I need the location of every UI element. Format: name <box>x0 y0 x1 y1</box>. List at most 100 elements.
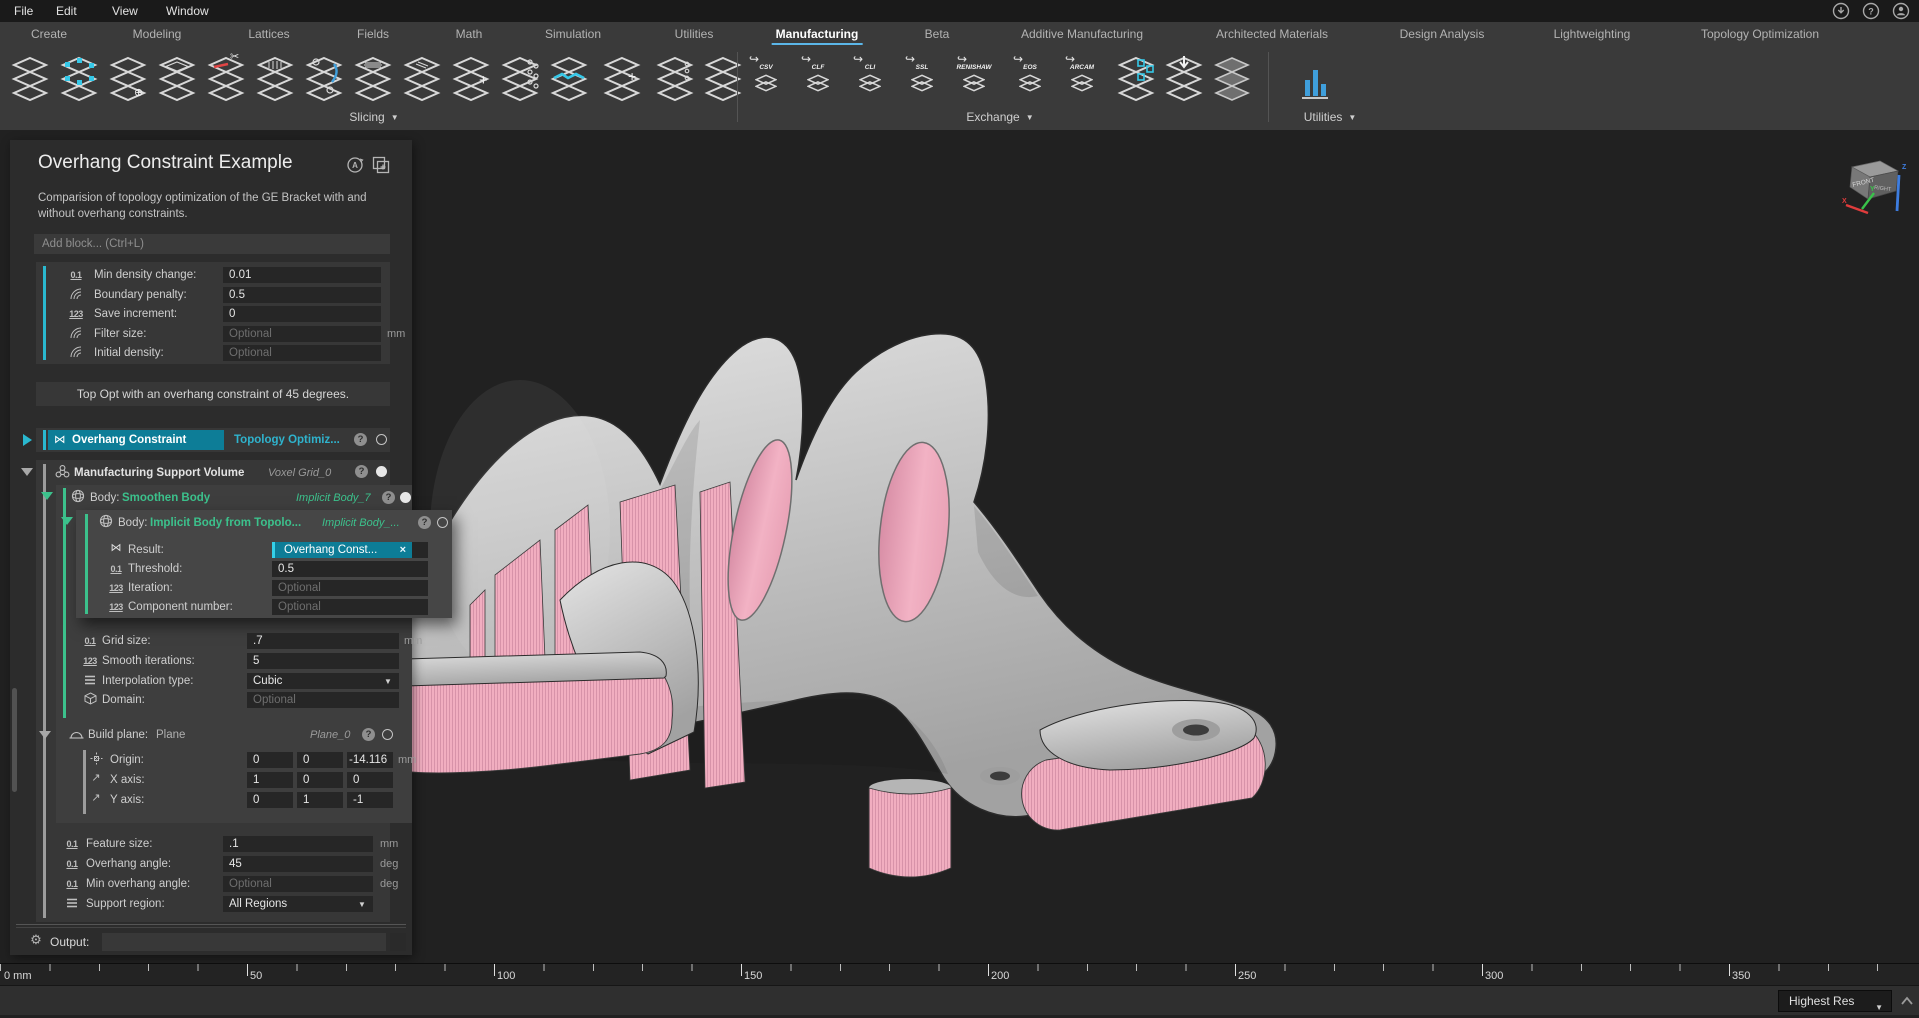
help-badge-icon[interactable]: ? <box>362 728 375 741</box>
visibility-toggle[interactable] <box>400 492 411 503</box>
tab-lightweighting[interactable]: Lightweighting <box>1546 22 1639 46</box>
slice-statistics-icon[interactable] <box>1292 54 1336 106</box>
overhang-angle-field[interactable]: 45 <box>223 856 373 872</box>
collapse-panel-icon[interactable] <box>1900 996 1914 1006</box>
collapse-arrow-icon[interactable] <box>61 517 73 525</box>
slice-morph-icon[interactable] <box>302 54 346 106</box>
grid-size-field[interactable]: .7 <box>247 633 399 649</box>
menu-view[interactable]: View <box>106 0 144 22</box>
save-increment-field[interactable]: 0 <box>223 306 381 322</box>
slice-add2-icon[interactable]: + <box>600 54 644 106</box>
visibility-toggle[interactable] <box>376 434 387 445</box>
export-arcam-icon[interactable]: ↪ARCAM <box>1062 54 1108 106</box>
tab-overhang-constraint[interactable]: ⋈ Overhang Constraint <box>48 430 224 450</box>
remove-chip-icon[interactable]: × <box>400 542 406 558</box>
tab-math[interactable]: Math <box>448 22 491 46</box>
iteration-field[interactable]: Optional <box>272 580 428 596</box>
export-clf-icon[interactable]: ↪CLF <box>798 54 844 106</box>
x-axis-k-field[interactable]: 0 <box>347 772 393 788</box>
tab-lattices[interactable]: Lattices <box>240 22 297 46</box>
export-renishaw-icon[interactable]: ↪RENISHAW <box>954 54 1000 106</box>
body-value[interactable]: Smoothen Body <box>122 490 210 506</box>
support-region-dropdown[interactable]: All Regions <box>223 896 373 912</box>
output-field[interactable] <box>102 933 386 951</box>
tab-fields[interactable]: Fields <box>349 22 397 46</box>
slice-points-icon[interactable] <box>498 54 542 106</box>
comment-block[interactable]: Top Opt with an overhang constraint of 4… <box>36 382 390 406</box>
menu-edit[interactable]: Edit <box>50 0 83 22</box>
tab-create[interactable]: Create <box>23 22 75 46</box>
slice-stack-dark-icon[interactable] <box>1210 54 1256 106</box>
collapse-arrow-icon[interactable] <box>39 731 51 739</box>
slice-double-icon[interactable] <box>155 54 199 106</box>
import-slices-icon[interactable] <box>1162 54 1208 106</box>
help-badge-icon[interactable]: ? <box>354 433 367 446</box>
help-badge-icon[interactable]: ? <box>355 465 368 478</box>
boundary-penalty-field[interactable]: 0.5 <box>223 287 381 303</box>
export-slices-icon[interactable] <box>1114 54 1160 106</box>
export-cli-icon[interactable]: ↪CLI <box>850 54 896 106</box>
panel-scrollbar[interactable] <box>12 688 17 792</box>
collapse-arrow-icon[interactable] <box>41 492 53 500</box>
slicing-group-label[interactable]: Slicing▼ <box>349 110 398 124</box>
tab-design-analysis[interactable]: Design Analysis <box>1392 22 1493 46</box>
domain-field[interactable]: Optional <box>247 692 399 708</box>
utilities-group-label[interactable]: Utilities▼ <box>1304 110 1357 124</box>
account-icon[interactable] <box>1892 2 1910 20</box>
export-csv-icon[interactable]: ↪CSV <box>746 54 792 106</box>
x-axis-j-field[interactable]: 0 <box>297 772 343 788</box>
y-axis-k-field[interactable]: -1 <box>347 792 393 808</box>
tab-modeling[interactable]: Modeling <box>125 22 190 46</box>
menu-file[interactable]: File <box>8 0 39 22</box>
view-cube[interactable]: FRONT RIGHT X Y Z <box>1840 155 1910 217</box>
result-chip[interactable]: Overhang Const... × <box>272 542 412 558</box>
y-axis-i-field[interactable]: 0 <box>247 792 293 808</box>
tab-topology-optimization[interactable]: Topology Optimization <box>1693 22 1827 46</box>
visibility-toggle[interactable] <box>376 466 387 477</box>
download-icon[interactable] <box>1832 2 1850 20</box>
tab-manufacturing[interactable]: Manufacturing <box>768 22 867 46</box>
interpolation-type-dropdown[interactable]: Cubic <box>247 673 399 689</box>
tab-architected-materials[interactable]: Architected Materials <box>1208 22 1336 46</box>
min-overhang-angle-field[interactable]: Optional <box>223 876 373 892</box>
help-badge-icon[interactable]: ? <box>418 516 431 529</box>
tab-additive-manufacturing[interactable]: Additive Manufacturing <box>1013 22 1151 46</box>
help-badge-icon[interactable]: ? <box>382 491 395 504</box>
tab-simulation[interactable]: Simulation <box>537 22 609 46</box>
min-density-change-field[interactable]: 0.01 <box>223 267 381 283</box>
export-eos-icon[interactable]: ↪EOS <box>1010 54 1056 106</box>
notebook-refresh-icon[interactable]: A <box>346 156 364 174</box>
slice-add-icon[interactable]: + <box>449 54 493 106</box>
tab-topology-optimization-block[interactable]: Topology Optimiz... <box>234 430 340 450</box>
origin-x-field[interactable]: 0 <box>247 752 293 768</box>
smooth-iterations-field[interactable]: 5 <box>247 653 399 669</box>
filter-size-field[interactable]: Optional <box>223 326 381 342</box>
slice-points2-icon[interactable] <box>653 54 697 106</box>
slice-stack2-icon[interactable] <box>701 54 745 106</box>
voxel-cube-icon[interactable] <box>57 54 101 106</box>
y-axis-j-field[interactable]: 1 <box>297 792 343 808</box>
menu-window[interactable]: Window <box>160 0 215 22</box>
x-axis-i-field[interactable]: 1 <box>247 772 293 788</box>
collapse-arrow-icon[interactable] <box>21 468 33 476</box>
slice-hatch2-icon[interactable] <box>351 54 395 106</box>
run-play-icon[interactable] <box>23 434 32 446</box>
threshold-field[interactable]: 0.5 <box>272 561 428 577</box>
slice-globe-icon[interactable]: ⊕ <box>106 54 150 106</box>
plane-value[interactable]: Plane <box>156 727 185 743</box>
add-block-input[interactable]: Add block... (Ctrl+L) <box>34 234 390 254</box>
body-value[interactable]: Implicit Body from Topolo... <box>150 515 301 531</box>
tab-utilities[interactable]: Utilities <box>667 22 722 46</box>
initial-density-field[interactable]: Optional <box>223 345 381 361</box>
tab-beta[interactable]: Beta <box>917 22 958 46</box>
help-icon[interactable]: ? <box>1862 2 1880 20</box>
slice-hatch-icon[interactable] <box>253 54 297 106</box>
slice-hatch3-icon[interactable] <box>400 54 444 106</box>
origin-z-field[interactable]: -14.116 <box>347 752 393 768</box>
slice-wave-icon[interactable] <box>547 54 591 106</box>
slice-stack-icon[interactable] <box>8 54 52 106</box>
visibility-toggle[interactable] <box>382 729 393 740</box>
resolution-dropdown[interactable]: Highest Res ▼ <box>1778 990 1892 1012</box>
feature-size-field[interactable]: .1 <box>223 836 373 852</box>
slice-cut-icon[interactable]: ✂ <box>204 54 248 106</box>
